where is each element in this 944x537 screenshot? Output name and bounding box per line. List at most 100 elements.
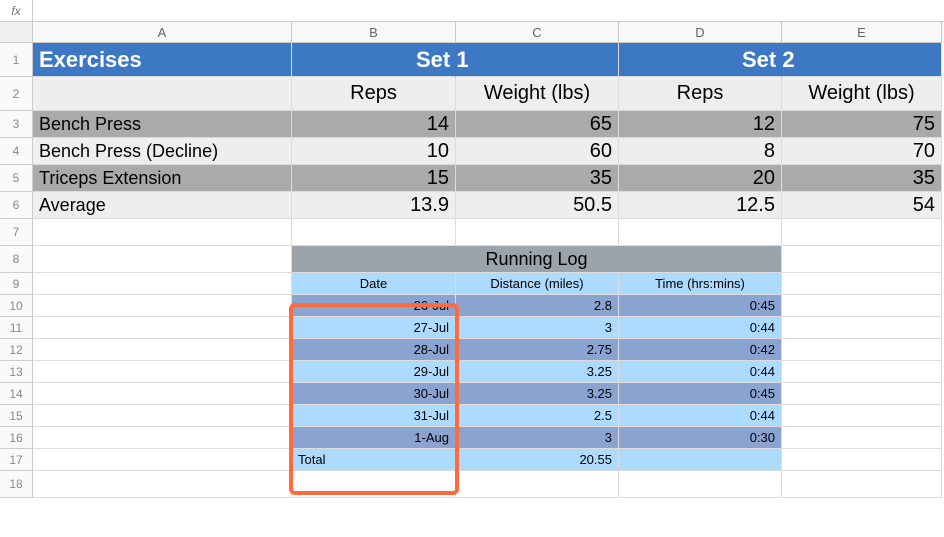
cell-e9[interactable] — [782, 273, 942, 295]
log-header-time[interactable]: Time (hrs:mins) — [619, 273, 782, 295]
row-header[interactable]: 3 — [0, 111, 33, 138]
cell-c3[interactable]: 65 — [456, 111, 619, 138]
cell-d17[interactable] — [619, 449, 782, 471]
row-header[interactable]: 13 — [0, 361, 33, 383]
row-header[interactable]: 6 — [0, 192, 33, 219]
cell-b17[interactable]: Total — [292, 449, 456, 471]
cell-b18[interactable] — [292, 471, 456, 498]
cell-c6[interactable]: 50.5 — [456, 192, 619, 219]
cell-e16[interactable] — [782, 427, 942, 449]
cell-a9[interactable] — [33, 273, 292, 295]
cell-c4[interactable]: 60 — [456, 138, 619, 165]
cell-d11[interactable]: 0:44 — [619, 317, 782, 339]
cell-d3[interactable]: 12 — [619, 111, 782, 138]
cell-d7[interactable] — [619, 219, 782, 246]
log-header-date[interactable]: Date — [292, 273, 456, 295]
cell-a14[interactable] — [33, 383, 292, 405]
select-all-corner[interactable] — [0, 22, 33, 43]
col-header-e[interactable]: E — [782, 22, 942, 43]
cell-set2[interactable]: Set 2 — [782, 43, 942, 77]
row-header[interactable]: 4 — [0, 138, 33, 165]
row-header[interactable]: 16 — [0, 427, 33, 449]
cell-e6[interactable]: 54 — [782, 192, 942, 219]
running-log-title[interactable]: Running Log — [292, 246, 782, 273]
col-header-c[interactable]: C — [456, 22, 619, 43]
cell-a12[interactable] — [33, 339, 292, 361]
cell-e10[interactable] — [782, 295, 942, 317]
cell-a18[interactable] — [33, 471, 292, 498]
cell-a15[interactable] — [33, 405, 292, 427]
cell-d4[interactable]: 8 — [619, 138, 782, 165]
cell-e15[interactable] — [782, 405, 942, 427]
cell-c16[interactable]: 3 — [456, 427, 619, 449]
cell-d6[interactable]: 12.5 — [619, 192, 782, 219]
cell-b11[interactable]: 27-Jul — [292, 317, 456, 339]
cell-b4[interactable]: 10 — [292, 138, 456, 165]
cell-b2[interactable]: Reps — [292, 77, 456, 111]
cell-c15[interactable]: 2.5 — [456, 405, 619, 427]
cell-c12[interactable]: 2.75 — [456, 339, 619, 361]
row-header[interactable]: 15 — [0, 405, 33, 427]
row-header[interactable]: 18 — [0, 471, 33, 498]
row-header[interactable]: 5 — [0, 165, 33, 192]
cell-d18[interactable] — [619, 471, 782, 498]
cell-a8[interactable] — [33, 246, 292, 273]
cell-d15[interactable]: 0:44 — [619, 405, 782, 427]
cell-e2[interactable]: Weight (lbs) — [782, 77, 942, 111]
cell-e17[interactable] — [782, 449, 942, 471]
cell-d16[interactable]: 0:30 — [619, 427, 782, 449]
row-header[interactable]: 1 — [0, 43, 33, 77]
row-header[interactable]: 12 — [0, 339, 33, 361]
cell-a11[interactable] — [33, 317, 292, 339]
cell-c2[interactable]: Weight (lbs) — [456, 77, 619, 111]
row-header[interactable]: 8 — [0, 246, 33, 273]
formula-input[interactable] — [33, 0, 944, 21]
cell-a17[interactable] — [33, 449, 292, 471]
cell-b3[interactable]: 14 — [292, 111, 456, 138]
cell-c7[interactable] — [456, 219, 619, 246]
cell-a13[interactable] — [33, 361, 292, 383]
cell-e7[interactable] — [782, 219, 942, 246]
cell-c13[interactable]: 3.25 — [456, 361, 619, 383]
row-header[interactable]: 7 — [0, 219, 33, 246]
cell-d10[interactable]: 0:45 — [619, 295, 782, 317]
cell-a7[interactable] — [33, 219, 292, 246]
cell-d13[interactable]: 0:44 — [619, 361, 782, 383]
col-header-b[interactable]: B — [292, 22, 456, 43]
row-header[interactable]: 17 — [0, 449, 33, 471]
cell-e11[interactable] — [782, 317, 942, 339]
cell-e8[interactable] — [782, 246, 942, 273]
cell-b14[interactable]: 30-Jul — [292, 383, 456, 405]
cell-c18[interactable] — [456, 471, 619, 498]
cell-d5[interactable]: 20 — [619, 165, 782, 192]
row-header[interactable]: 14 — [0, 383, 33, 405]
cell-a6[interactable]: Average — [33, 192, 292, 219]
row-header[interactable]: 2 — [0, 77, 33, 111]
cell-d2[interactable]: Reps — [619, 77, 782, 111]
cell-b15[interactable]: 31-Jul — [292, 405, 456, 427]
cell-c17[interactable]: 20.55 — [456, 449, 619, 471]
row-header[interactable]: 9 — [0, 273, 33, 295]
cell-e3[interactable]: 75 — [782, 111, 942, 138]
cell-b16[interactable]: 1-Aug — [292, 427, 456, 449]
cell-a2[interactable] — [33, 77, 292, 111]
log-header-distance[interactable]: Distance (miles) — [456, 273, 619, 295]
cell-b10[interactable]: 26-Jul — [292, 295, 456, 317]
cell-a4[interactable]: Bench Press (Decline) — [33, 138, 292, 165]
cell-c5[interactable]: 35 — [456, 165, 619, 192]
cell-e13[interactable] — [782, 361, 942, 383]
cell-b6[interactable]: 13.9 — [292, 192, 456, 219]
col-header-d[interactable]: D — [619, 22, 782, 43]
cell-b5[interactable]: 15 — [292, 165, 456, 192]
cell-d12[interactable]: 0:42 — [619, 339, 782, 361]
cell-e5[interactable]: 35 — [782, 165, 942, 192]
row-header[interactable]: 10 — [0, 295, 33, 317]
cell-c14[interactable]: 3.25 — [456, 383, 619, 405]
cell-set1[interactable]: Set 1 — [456, 43, 619, 77]
cell-a10[interactable] — [33, 295, 292, 317]
cell-a1[interactable]: Exercises — [33, 43, 292, 77]
cell-b7[interactable] — [292, 219, 456, 246]
cell-b12[interactable]: 28-Jul — [292, 339, 456, 361]
cell-e12[interactable] — [782, 339, 942, 361]
row-header[interactable]: 11 — [0, 317, 33, 339]
